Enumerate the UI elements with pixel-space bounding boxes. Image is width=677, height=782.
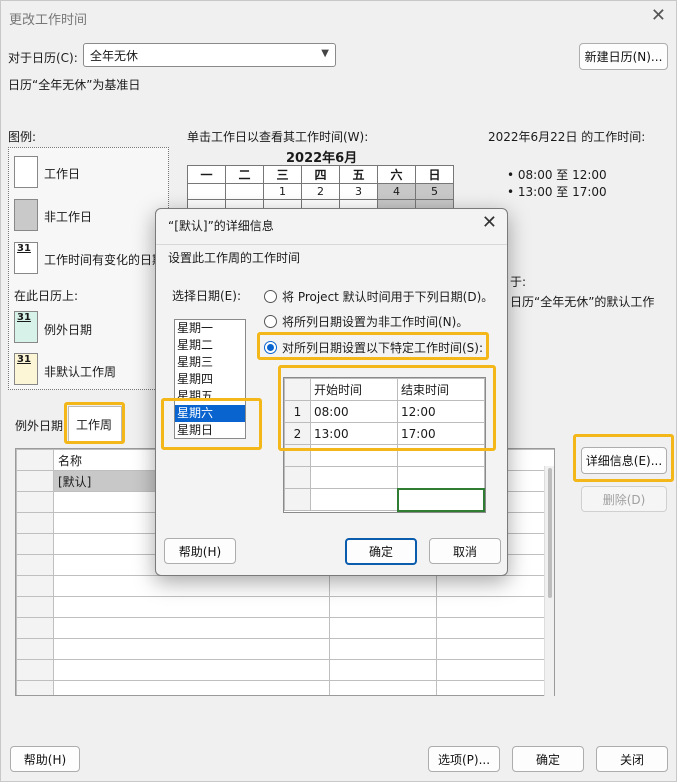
nondefault-week-swatch: 31 [14,353,38,385]
scrollbar-thumb[interactable] [548,468,552,598]
radio-specific-times[interactable]: 对所列日期设置以下特定工作时间(S): [264,339,483,356]
dialog-cancel-button[interactable]: 取消 [429,538,501,564]
end-time-cell[interactable]: 12:00 [397,400,485,423]
radio-nonworking-label: 将所列日期设置为非工作时间(N)。 [282,315,469,329]
grid-scrollbar[interactable] [544,466,554,696]
radio-use-default-label: 将 Project 默认时间用于下列日期(D)。 [282,290,494,304]
weekday-header: 五 [339,165,378,184]
start-time-cell[interactable]: 08:00 [310,400,398,423]
help-button[interactable]: 帮助(H) [10,746,80,772]
details-button[interactable]: 详细信息(E)... [581,447,667,474]
radio-nonworking[interactable]: 将所列日期设置为非工作时间(N)。 [264,313,468,330]
tab-exceptions[interactable]: 例外日期 [15,417,63,434]
list-item-selected[interactable]: 星期六 [175,405,245,422]
list-item[interactable]: 星期日 [175,422,245,438]
for-calendar-label: 对于日历(C): [8,51,78,65]
working-hours-item: • 08:00 至 12:00 [507,168,607,182]
col-start-header: 开始时间 [310,378,398,401]
details-dialog: “[默认]”的详细信息 ✕ 设置此工作周的工作时间 选择日期(E): 星期一 星… [155,208,508,576]
working-hours-title: 2022年6月22日 的工作时间: [488,130,646,144]
weekday-header: 日 [415,165,454,184]
weekday-header: 四 [301,165,340,184]
dialog-title: “[默认]”的详细信息 [168,219,274,233]
list-item[interactable]: 星期五 [175,388,245,405]
list-item[interactable]: 星期四 [175,371,245,388]
delete-button[interactable]: 删除(D) [581,486,667,512]
dialog-help-button[interactable]: 帮助(H) [164,538,236,564]
table-row[interactable]: 2 13:00 17:00 [284,422,485,445]
new-calendar-button[interactable]: 新建日历(N)... [579,43,668,70]
end-time-cell[interactable]: 17:00 [397,422,485,445]
calendar-month: 2022年6月 [286,151,358,166]
calendar-day[interactable]: 2 [301,183,340,200]
radio-circle [264,315,277,328]
weekday-header: 三 [263,165,302,184]
calendar-day[interactable]: 5 [415,183,454,200]
list-item[interactable]: 星期一 [175,320,245,337]
weekday-header: 二 [225,165,264,184]
ok-button[interactable]: 确定 [512,746,584,772]
non-work-day-swatch [14,199,38,231]
tab-work-weeks-label: 工作周 [76,418,113,432]
start-time-cell[interactable]: 13:00 [310,422,398,445]
calendar-day[interactable]: 1 [263,183,302,200]
row-number: 1 [284,400,311,423]
exception-day-swatch: 31 [14,311,38,343]
working-hours-item: • 13:00 至 17:00 [507,185,607,199]
legend-box: 工作日 非工作日 31 工作时间有变化的日期 在此日历上: 31 例外日期 31… [8,147,169,390]
work-day-swatch [14,156,38,188]
swatch-number: 31 [17,243,31,254]
work-day-label: 工作日 [44,167,81,181]
radio-circle [264,290,277,303]
radio-circle [264,341,277,354]
legend-title: 图例: [8,130,37,144]
changed-hours-label: 工作时间有变化的日期 [44,253,165,267]
days-list[interactable]: 星期一 星期二 星期三 星期四 星期五 星期六 星期日 [174,319,246,439]
table-row[interactable]: 1 08:00 12:00 [284,400,485,423]
non-work-day-label: 非工作日 [44,210,93,224]
times-grid[interactable]: 开始时间 结束时间 1 08:00 12:00 2 13:00 17:00 [283,377,486,513]
calendar-instruction: 单击工作日以查看其工作时间(W): [187,130,369,144]
col-end-header: 结束时间 [397,378,485,401]
calendar-day[interactable]: 4 [377,183,416,200]
window-title: 更改工作时间 [9,13,88,28]
select-days-label: 选择日期(E): [172,289,241,303]
based-on-text: 日历“全年无休”的默认工作 [510,295,655,309]
calendar-day[interactable] [187,183,226,200]
list-item[interactable]: 星期三 [175,354,245,371]
nondefault-week-label: 非默认工作周 [44,365,117,379]
list-item[interactable]: 星期二 [175,337,245,354]
calendar-day[interactable] [225,183,264,200]
tab-work-weeks[interactable]: 工作周 [68,406,122,442]
window-close-icon[interactable]: ✕ [651,5,666,26]
dialog-divider [156,244,507,245]
weekday-header: 六 [377,165,416,184]
calendar-select[interactable]: 全年无休 ▼ [83,43,336,67]
swatch-number: 31 [17,312,31,323]
calendar-select-value: 全年无休 [90,48,139,63]
radio-specific-times-label: 对所列日期设置以下特定工作时间(S): [282,341,484,355]
based-on-label: 于: [510,275,527,289]
changed-hours-swatch: 31 [14,242,38,274]
swatch-number: 31 [17,354,31,365]
dialog-close-icon[interactable]: ✕ [482,212,497,233]
dialog-ok-button[interactable]: 确定 [345,538,417,565]
calendar-day[interactable]: 3 [339,183,378,200]
weekday-header: 一 [187,165,226,184]
options-button[interactable]: 选项(P)... [428,746,500,772]
chevron-down-icon: ▼ [321,48,329,59]
radio-use-default[interactable]: 将 Project 默认时间用于下列日期(D)。 [264,288,493,305]
on-this-calendar-label: 在此日历上: [14,289,79,303]
exception-day-label: 例外日期 [44,323,93,337]
dialog-section-label: 设置此工作周的工作时间 [168,251,301,265]
close-button[interactable]: 关闭 [596,746,668,772]
row-number: 2 [284,422,311,445]
base-calendar-text: 日历“全年无休”为基准日 [8,78,141,92]
